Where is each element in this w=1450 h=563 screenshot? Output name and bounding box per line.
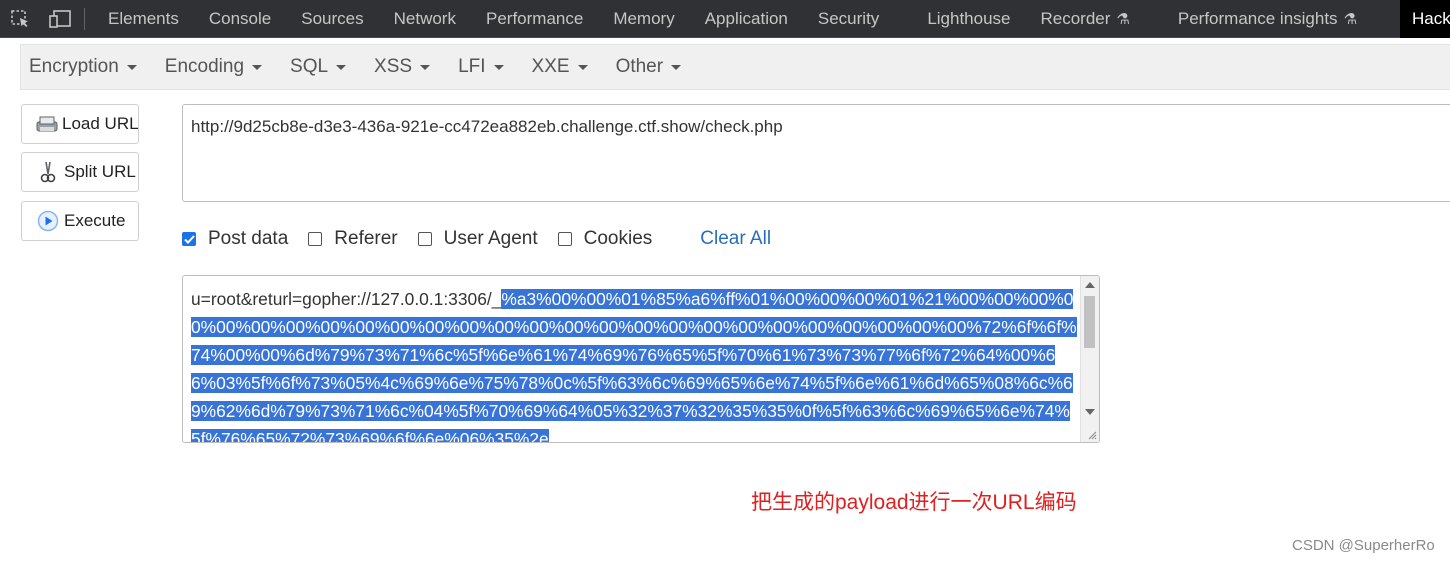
tab-label: Lighthouse [927, 8, 1011, 28]
load-url-icon [36, 112, 58, 136]
tab-label: Recorder [1040, 8, 1111, 28]
tab-label: Application [704, 8, 788, 28]
post-data-prefix: u=root&returl=gopher://127.0.0.1:3306/_ [191, 289, 502, 309]
tab-label: Memory [613, 8, 675, 28]
scroll-down-arrow-icon[interactable] [1085, 409, 1095, 415]
menu-label: Encryption [29, 56, 119, 77]
watermark: CSDN @SuperherRo [1292, 537, 1435, 554]
tab-elements[interactable]: Elements [93, 0, 194, 38]
user-agent-option[interactable]: User Agent [417, 228, 538, 250]
tab-label: Console [208, 8, 272, 28]
menu-other[interactable]: Other [616, 56, 682, 78]
tab-performance[interactable]: Performance [471, 0, 598, 38]
button-label: Load URL [62, 114, 139, 133]
tab-application[interactable]: Application [690, 0, 803, 38]
menu-label: LFI [458, 56, 486, 77]
tab-label: Performance [485, 8, 584, 28]
tab-label: Elements [108, 8, 179, 28]
button-label: Execute [64, 211, 126, 230]
referer-checkbox[interactable] [308, 232, 323, 246]
inspect-element-icon[interactable] [0, 0, 40, 38]
experiment-flask-icon: ⚗ [1116, 10, 1130, 28]
experiment-flask-icon: ⚗ [1343, 10, 1358, 28]
tab-sources[interactable]: Sources [286, 0, 378, 38]
caret-down-icon [336, 64, 347, 70]
referer-option[interactable]: Referer [308, 228, 398, 250]
caret-down-icon [252, 64, 263, 70]
tab-label: Network [393, 8, 456, 28]
cookies-checkbox[interactable] [557, 232, 572, 246]
device-toolbar-icon[interactable] [40, 0, 80, 38]
menu-xss[interactable]: XSS [374, 56, 431, 78]
scroll-up-arrow-icon[interactable] [1085, 282, 1095, 288]
menu-sql[interactable]: SQL [290, 56, 347, 78]
caret-down-icon [420, 64, 431, 70]
menu-label: Encoding [164, 56, 245, 77]
menu-xxe[interactable]: XXE [532, 56, 588, 78]
tab-memory[interactable]: Memory [598, 0, 689, 38]
post-data-textarea[interactable]: u=root&returl=gopher://127.0.0.1:3306/_%… [182, 275, 1100, 443]
scrollbar-thumb[interactable] [1084, 296, 1095, 348]
post-data-content: u=root&returl=gopher://127.0.0.1:3306/_%… [191, 285, 1077, 442]
option-label: User Agent [443, 228, 538, 249]
clear-all-link[interactable]: Clear All [700, 228, 771, 250]
caret-down-icon [493, 64, 504, 70]
menu-label: Other [615, 56, 664, 77]
tab-label: Performance insights [1177, 8, 1338, 28]
tab-hackbar[interactable]: Hack [1400, 0, 1450, 38]
option-label: Cookies [583, 228, 653, 249]
post-data-option[interactable]: Post data [182, 228, 288, 250]
menu-label: SQL [290, 56, 329, 77]
selected-payload: %a3%00%00%01%85%a6%ff%01%00%00%00%01%21%… [191, 289, 1077, 442]
request-options: Post data Referer User Agent Cookies Cle… [182, 226, 771, 252]
tab-label: Sources [301, 8, 364, 28]
caret-down-icon [671, 64, 682, 70]
check-icon [183, 234, 195, 244]
post-data-checkbox[interactable] [182, 232, 196, 246]
tab-performance-insights[interactable]: Performance insights ⚗ [1163, 0, 1372, 38]
caret-down-icon [126, 64, 137, 70]
menu-label: XXE [531, 56, 570, 77]
button-label: Split URL [64, 162, 136, 181]
menu-lfi[interactable]: LFI [458, 56, 504, 78]
url-input[interactable]: http://9d25cb8e-d3e3-436a-921e-cc472ea88… [182, 104, 1450, 202]
split-url-button[interactable]: Split URL [21, 152, 139, 192]
toolbar-divider [84, 7, 85, 30]
menu-encoding[interactable]: Encoding [164, 56, 263, 78]
devtools-toolbar: Elements Console Sources Network Perform… [0, 0, 1450, 38]
resize-grip-icon[interactable] [1087, 430, 1097, 440]
option-label: Post data [208, 228, 289, 249]
option-label: Referer [334, 228, 398, 249]
annotation-text: 把生成的payload进行一次URL编码 [751, 491, 1077, 514]
caret-down-icon [577, 64, 588, 70]
user-agent-checkbox[interactable] [417, 232, 432, 246]
textarea-scrollbar[interactable] [1080, 276, 1099, 442]
scissors-icon [36, 160, 60, 184]
tab-label: Hack [1412, 8, 1450, 28]
url-value: http://9d25cb8e-d3e3-436a-921e-cc472ea88… [191, 117, 783, 136]
tab-network[interactable]: Network [379, 0, 471, 38]
tab-recorder[interactable]: Recorder ⚗ [1026, 0, 1145, 38]
tab-lighthouse[interactable]: Lighthouse [912, 0, 1025, 38]
tab-security[interactable]: Security [803, 0, 894, 38]
hackbar-menu: Encryption Encoding SQL XSS LFI XXE Othe… [20, 44, 1450, 90]
load-url-button[interactable]: Load URL [21, 104, 139, 144]
tab-label: Security [817, 8, 880, 28]
play-icon [36, 209, 60, 233]
tab-console[interactable]: Console [194, 0, 286, 38]
menu-label: XSS [374, 56, 413, 77]
cookies-option[interactable]: Cookies [557, 228, 653, 250]
execute-button[interactable]: Execute [21, 201, 139, 241]
menu-encryption[interactable]: Encryption [29, 56, 137, 78]
